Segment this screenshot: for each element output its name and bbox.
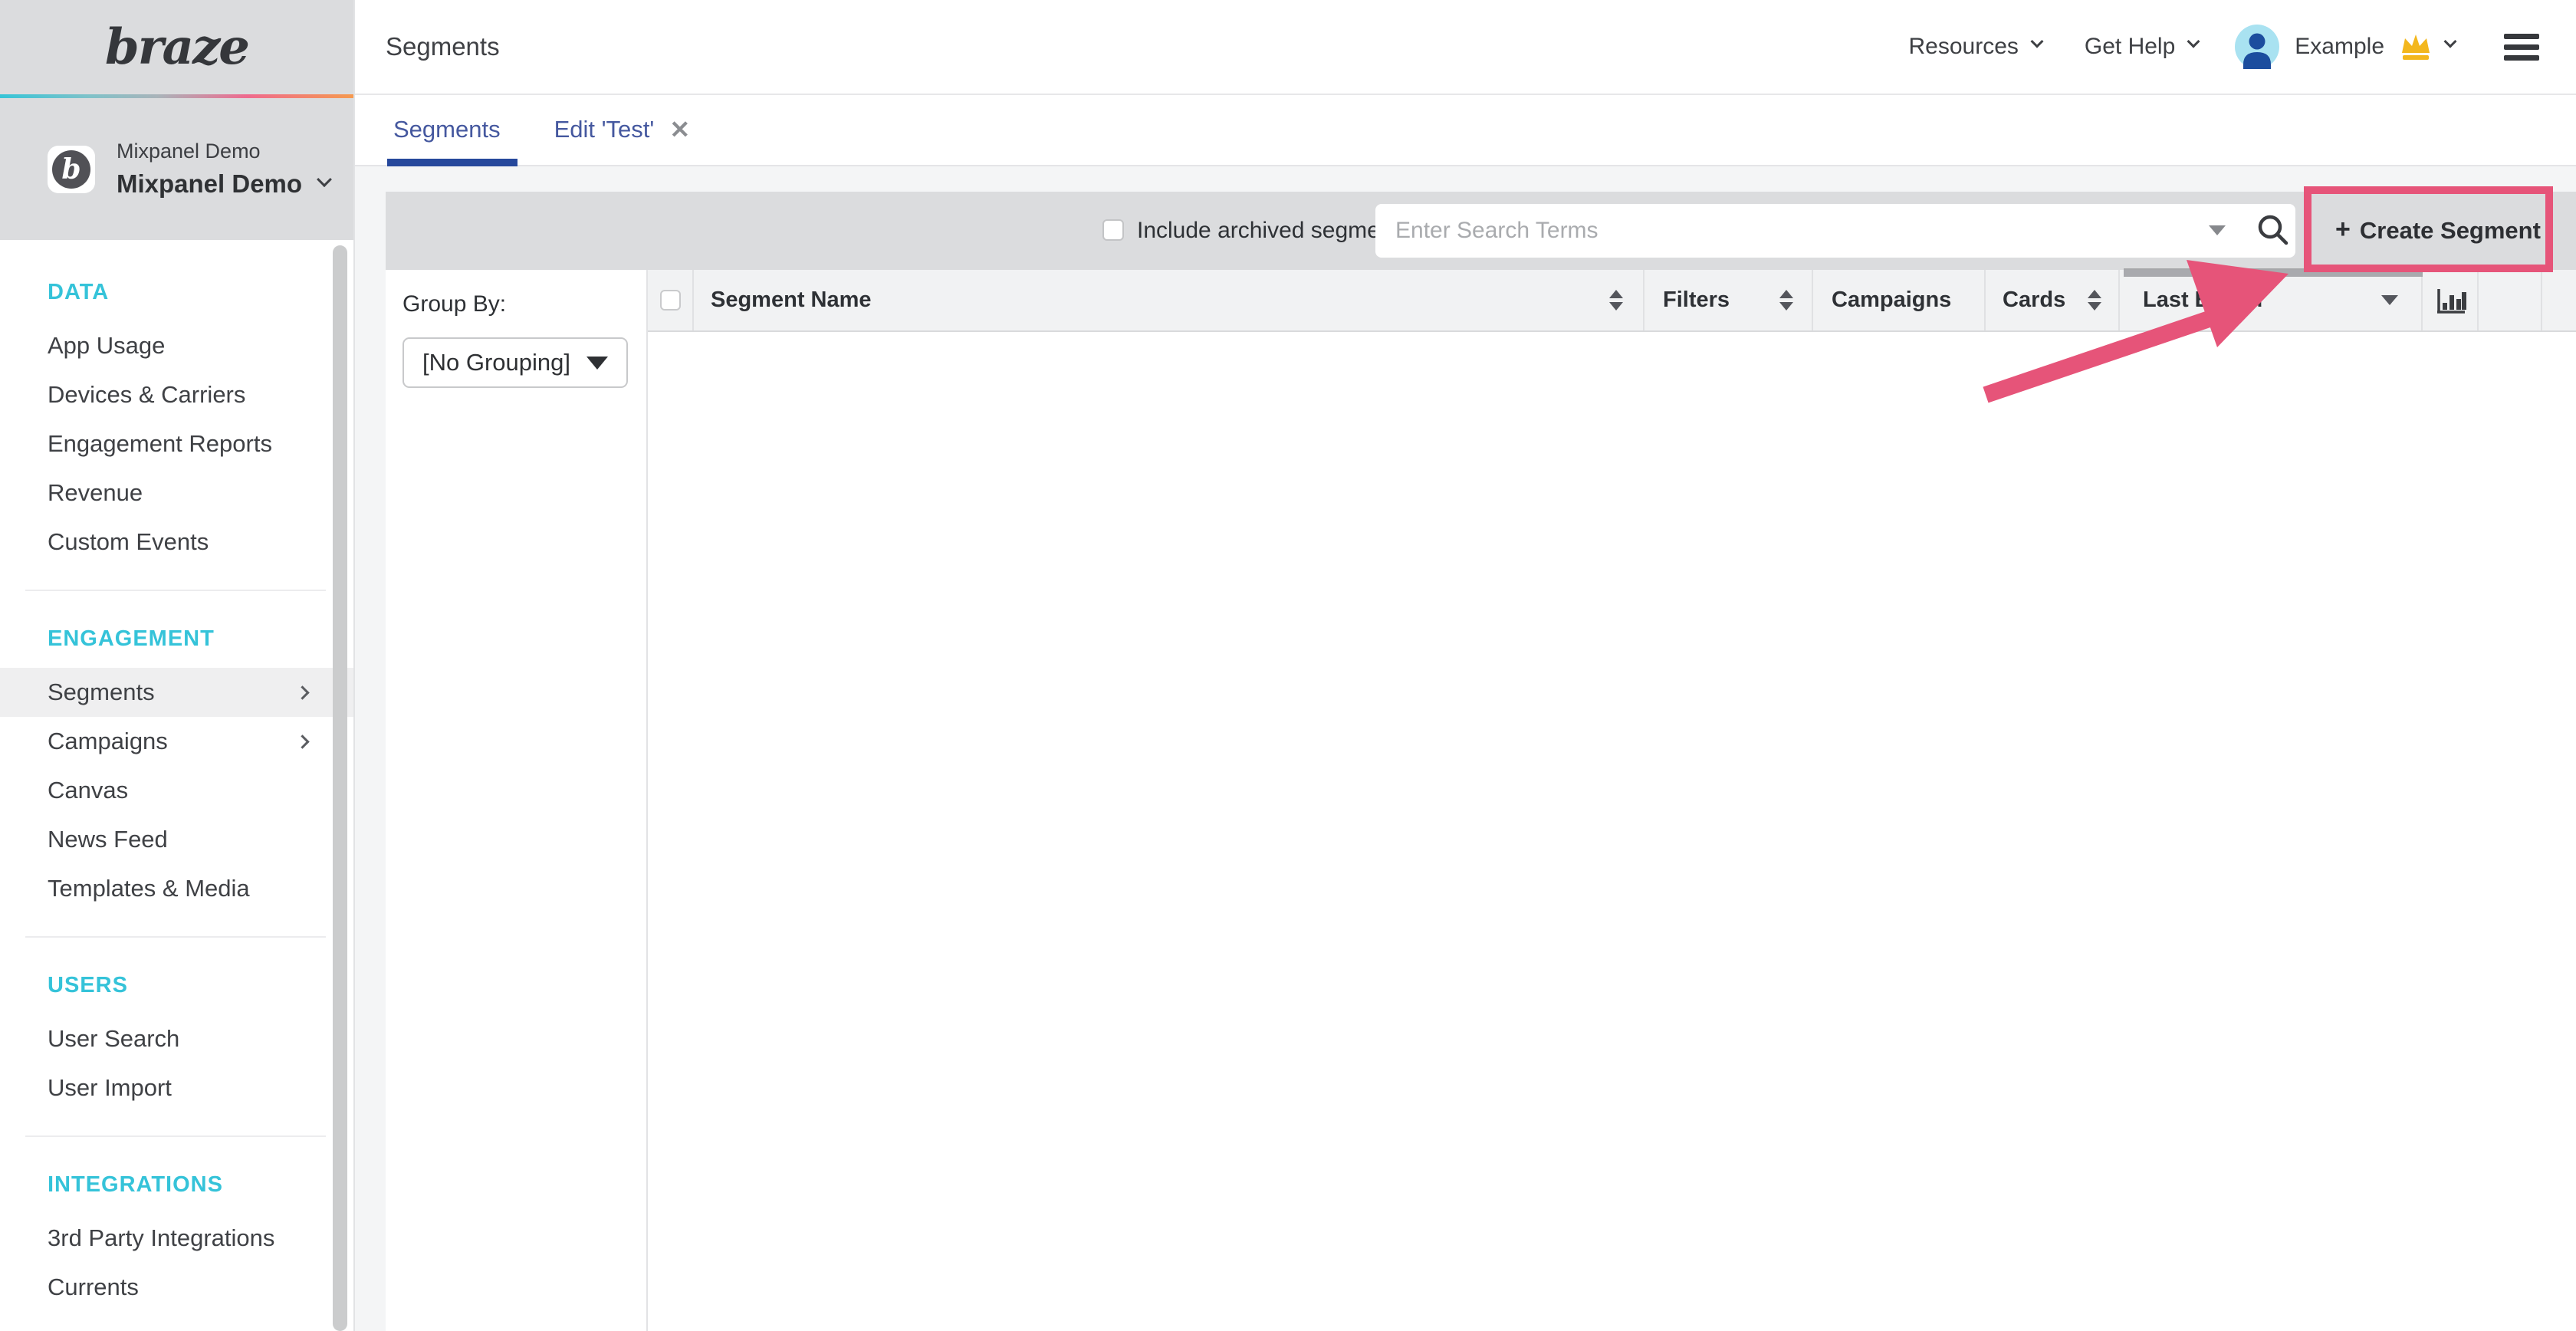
sidebar-item-news-feed[interactable]: News Feed [0, 815, 353, 864]
group-by-label: Group By: [402, 291, 646, 317]
table-body-empty [648, 332, 2576, 1331]
tab-segments[interactable]: Segments [387, 94, 518, 165]
sidebar-item-segments[interactable]: Segments [0, 668, 353, 717]
search-dropdown-caret-icon[interactable] [2209, 225, 2226, 235]
sort-icon [1779, 290, 1793, 311]
divider [25, 936, 326, 938]
divider [25, 1135, 326, 1137]
sidebar-item-engagement-reports[interactable]: Engagement Reports [0, 419, 353, 468]
include-archived-label: Include archived segments [1137, 192, 1411, 270]
column-label: Filters [1663, 288, 1730, 313]
table-header: Segment Name Filters Campaigns Cards [648, 270, 2576, 332]
dropdown-arrow-icon [586, 357, 608, 370]
column-scrollbar-strip [2124, 268, 2423, 277]
sidebar-item-3rd-party-integrations[interactable]: 3rd Party Integrations [0, 1214, 353, 1263]
column-last-edited[interactable]: Last Edited [2120, 270, 2423, 330]
chevron-right-icon [295, 685, 309, 699]
top-bar: Segments Resources Get Help Example [355, 0, 2576, 95]
user-name: Example [2295, 34, 2384, 60]
column-label: Segment Name [711, 288, 872, 313]
group-by-panel: Group By: [No Grouping] [386, 270, 648, 1331]
chevron-right-icon [295, 735, 309, 748]
sidebar-item-app-usage[interactable]: App Usage [0, 321, 353, 370]
chevron-down-icon[interactable] [2444, 35, 2457, 48]
bar-chart-icon [2433, 283, 2468, 318]
app-icon-letter: b [52, 150, 90, 189]
crown-icon [2398, 31, 2433, 62]
divider [25, 590, 326, 591]
sidebar-item-canvas[interactable]: Canvas [0, 766, 353, 815]
workspace-name-small: Mixpanel Demo [117, 140, 330, 163]
sidebar-item-campaigns[interactable]: Campaigns [0, 717, 353, 766]
section-title-data: DATA [0, 268, 353, 317]
column-filters[interactable]: Filters [1644, 270, 1813, 330]
segments-table: Segment Name Filters Campaigns Cards [648, 270, 2576, 1331]
column-empty [2479, 270, 2542, 330]
sidebar-item-currents[interactable]: Currents [0, 1263, 353, 1312]
sidebar-nav: DATA App Usage Devices & Carriers Engage… [0, 240, 353, 1312]
header-gutter [2542, 270, 2576, 330]
sidebar: braze b Mixpanel Demo Mixpanel Demo DATA… [0, 0, 355, 1331]
content-area: Include archived segments + Create Segme… [355, 166, 2576, 1331]
tab-bar: Segments Edit 'Test' ✕ [355, 95, 2576, 166]
active-tab-underline [387, 159, 518, 166]
hamburger-menu-icon[interactable] [2504, 28, 2539, 66]
logo-block: braze [0, 0, 353, 94]
include-archived-checkbox[interactable] [1102, 219, 1124, 241]
sidebar-item-user-search[interactable]: User Search [0, 1014, 353, 1063]
workspace-name: Mixpanel Demo [117, 169, 302, 199]
workspace-app-icon: b [48, 146, 95, 193]
create-segment-label: Create Segment [2360, 217, 2541, 245]
search-icon[interactable] [2255, 212, 2292, 248]
column-campaigns[interactable]: Campaigns [1813, 270, 1986, 330]
braze-logo: braze [105, 18, 248, 76]
segments-toolbar: Include archived segments + Create Segme… [386, 192, 2576, 270]
sort-icon [1609, 290, 1623, 311]
page-title: Segments [386, 32, 500, 61]
sort-desc-icon [2381, 295, 2398, 305]
select-all-checkbox[interactable] [660, 290, 681, 311]
tab-label: Segments [393, 116, 501, 143]
column-segment-name[interactable]: Segment Name [694, 270, 1644, 330]
column-label: Campaigns [1832, 288, 1951, 313]
get-help-menu[interactable]: Get Help [2085, 34, 2198, 60]
group-by-select[interactable]: [No Grouping] [402, 337, 628, 388]
section-title-integrations: INTEGRATIONS [0, 1160, 353, 1209]
column-cards[interactable]: Cards [1986, 270, 2120, 330]
sidebar-item-templates-media[interactable]: Templates & Media [0, 864, 353, 913]
sidebar-item-label: Segments [48, 679, 155, 705]
tab-label: Edit 'Test' [554, 116, 655, 143]
tab-edit-test[interactable]: Edit 'Test' ✕ [548, 94, 697, 165]
section-title-users: USERS [0, 961, 353, 1010]
resources-menu[interactable]: Resources [1908, 34, 2041, 60]
avatar[interactable] [2235, 25, 2279, 69]
chevron-down-icon [2187, 35, 2200, 48]
plus-icon: + [2335, 215, 2351, 245]
column-analytics[interactable] [2423, 270, 2479, 330]
sort-icon [2088, 290, 2101, 311]
create-segment-button[interactable]: + Create Segment [2323, 200, 2553, 261]
app-window: braze b Mixpanel Demo Mixpanel Demo DATA… [0, 0, 2576, 1331]
resources-label: Resources [1908, 34, 2018, 60]
sidebar-scrollbar[interactable] [333, 245, 347, 1331]
chevron-down-icon [317, 172, 332, 187]
column-label: Cards [2003, 288, 2065, 313]
sidebar-item-revenue[interactable]: Revenue [0, 468, 353, 518]
workspace-switcher[interactable]: b Mixpanel Demo Mixpanel Demo [0, 98, 353, 240]
column-label: Last Edited [2143, 288, 2262, 313]
chevron-down-icon [2030, 35, 2043, 48]
sidebar-item-user-import[interactable]: User Import [0, 1063, 353, 1112]
group-by-value: [No Grouping] [422, 349, 570, 376]
section-title-engagement: ENGAGEMENT [0, 614, 353, 663]
sidebar-item-devices-carriers[interactable]: Devices & Carriers [0, 370, 353, 419]
get-help-label: Get Help [2085, 34, 2175, 60]
sidebar-item-custom-events[interactable]: Custom Events [0, 518, 353, 567]
select-all-cell [648, 270, 694, 330]
close-icon[interactable]: ✕ [669, 115, 690, 144]
sidebar-item-label: Campaigns [48, 728, 168, 754]
search-input[interactable] [1375, 204, 2295, 258]
main-area: Segments Resources Get Help Example [355, 0, 2576, 1331]
